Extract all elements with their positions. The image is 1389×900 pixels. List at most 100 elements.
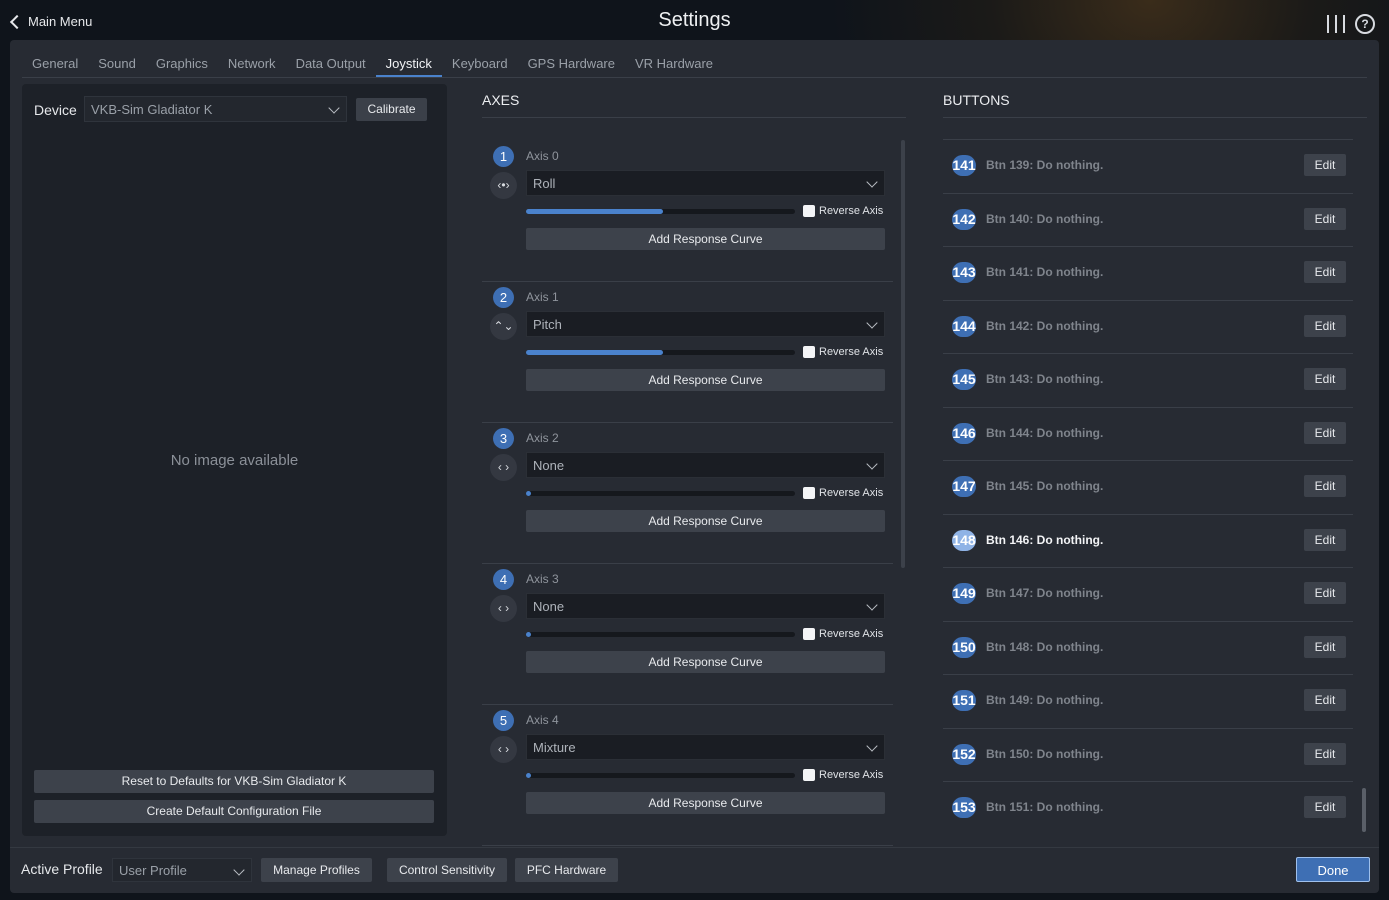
checkbox-icon bbox=[803, 205, 815, 217]
button-assignment-label: Btn 150: Do nothing. bbox=[986, 746, 1104, 761]
button-row: 145 Btn 143: Do nothing. Edit bbox=[943, 353, 1353, 407]
axis-level-bar bbox=[526, 350, 795, 355]
tab-keyboard[interactable]: Keyboard bbox=[442, 52, 518, 78]
add-response-curve-button[interactable]: Add Response Curve bbox=[526, 651, 885, 673]
chevron-down-icon bbox=[328, 102, 340, 114]
button-assignment-label: Btn 143: Do nothing. bbox=[986, 372, 1104, 386]
reset-defaults-button[interactable]: Reset to Defaults for VKB-Sim Gladiator … bbox=[34, 770, 434, 793]
reverse-axis-checkbox[interactable]: Reverse Axis bbox=[803, 346, 883, 358]
profile-select-value: User Profile bbox=[119, 863, 187, 878]
button-number-badge: 141 bbox=[952, 155, 976, 176]
button-number-badge: 151 bbox=[952, 690, 976, 711]
edit-button[interactable]: Edit bbox=[1304, 635, 1346, 658]
reverse-axis-checkbox[interactable]: Reverse Axis bbox=[803, 205, 883, 217]
tab-general[interactable]: General bbox=[22, 52, 88, 78]
button-assignment-label: Btn 151: Do nothing. bbox=[986, 800, 1104, 814]
chevron-down-icon bbox=[233, 864, 245, 876]
button-assignment-label: Btn 141: Do nothing. bbox=[986, 265, 1104, 279]
axis-row: 5 Axis 4 ‹ › Mixture Reverse Axis Add Respons… bbox=[482, 705, 893, 846]
buttons-heading: BUTTONS bbox=[943, 92, 1010, 108]
button-number-badge: 146 bbox=[952, 422, 976, 444]
button-row: 141 Btn 139: Do nothing. Edit bbox=[943, 139, 1353, 193]
reverse-axis-label: Reverse Axis bbox=[819, 628, 884, 640]
help-icon[interactable]: ? bbox=[1355, 14, 1375, 34]
chevron-down-icon bbox=[866, 599, 878, 611]
button-number-badge: 143 bbox=[952, 262, 976, 283]
add-response-curve-button[interactable]: Add Response Curve bbox=[526, 369, 885, 391]
done-button[interactable]: Done bbox=[1296, 857, 1370, 882]
tab-joystick[interactable]: Joystick bbox=[375, 52, 442, 78]
edit-button[interactable]: Edit bbox=[1304, 582, 1346, 604]
button-row: 150 Btn 148: Do nothing. Edit bbox=[943, 620, 1353, 675]
add-response-curve-button[interactable]: Add Response Curve bbox=[526, 510, 885, 532]
button-row: 149 Btn 147: Do nothing. Edit bbox=[943, 567, 1353, 621]
edit-button[interactable]: Edit bbox=[1304, 528, 1346, 551]
chevron-down-icon bbox=[866, 176, 878, 188]
axis-function-select[interactable]: None bbox=[526, 452, 885, 478]
axis-name: Axis 4 bbox=[526, 713, 559, 727]
button-row: 142 Btn 140: Do nothing. Edit bbox=[943, 192, 1353, 247]
device-pane: Device VKB-Sim Gladiator K Calibrate No … bbox=[22, 84, 447, 836]
add-response-curve-button[interactable]: Add Response Curve bbox=[526, 228, 885, 250]
axis-row: 4 Axis 3 ‹ › None Reverse Axis Add Response C… bbox=[482, 564, 893, 705]
checkbox-icon bbox=[803, 487, 815, 499]
chevron-down-icon bbox=[866, 458, 878, 470]
tab-graphics[interactable]: Graphics bbox=[146, 52, 218, 78]
edit-button[interactable]: Edit bbox=[1304, 154, 1346, 176]
reverse-axis-label: Reverse Axis bbox=[819, 346, 884, 358]
reverse-axis-checkbox[interactable]: Reverse Axis bbox=[803, 769, 883, 781]
button-assignment-label: Btn 146: Do nothing. bbox=[986, 532, 1104, 547]
edit-button[interactable]: Edit bbox=[1304, 742, 1346, 765]
axis-direction-icon: ‹•› bbox=[490, 172, 517, 199]
tab-network[interactable]: Network bbox=[218, 52, 286, 78]
edit-button[interactable]: Edit bbox=[1304, 261, 1346, 283]
button-number-badge: 142 bbox=[952, 208, 976, 230]
edit-button[interactable]: Edit bbox=[1304, 475, 1346, 497]
axis-number-badge: 5 bbox=[493, 710, 514, 731]
axis-level-bar bbox=[526, 773, 795, 778]
axis-function-select[interactable]: Pitch bbox=[526, 311, 885, 337]
edit-button[interactable]: Edit bbox=[1304, 421, 1346, 444]
button-row: 147 Btn 145: Do nothing. Edit bbox=[943, 460, 1353, 514]
sliders-icon[interactable] bbox=[1327, 15, 1345, 33]
axes-scrollbar[interactable] bbox=[901, 140, 905, 568]
reverse-axis-checkbox[interactable]: Reverse Axis bbox=[803, 628, 883, 640]
tab-bar: General Sound Graphics Network Data Output Jo… bbox=[22, 52, 723, 78]
edit-button[interactable]: Edit bbox=[1304, 368, 1346, 390]
edit-button[interactable]: Edit bbox=[1304, 314, 1346, 337]
edit-button[interactable]: Edit bbox=[1304, 689, 1346, 711]
axis-function-select[interactable]: Roll bbox=[526, 170, 885, 196]
axis-function-select[interactable]: None bbox=[526, 593, 885, 619]
axis-function-value: Mixture bbox=[533, 740, 576, 755]
tab-sound[interactable]: Sound bbox=[88, 52, 146, 78]
tab-vr-hardware[interactable]: VR Hardware bbox=[625, 52, 723, 78]
axis-function-select[interactable]: Mixture bbox=[526, 734, 885, 760]
axis-level-fill bbox=[526, 773, 532, 778]
buttons-scrollbar[interactable] bbox=[1362, 788, 1366, 832]
device-label: Device bbox=[34, 102, 77, 118]
footer-divider bbox=[10, 847, 1379, 848]
manage-profiles-button[interactable]: Manage Profiles bbox=[261, 858, 372, 882]
axis-direction-icon: ‹ › bbox=[490, 595, 517, 622]
button-row: 143 Btn 141: Do nothing. Edit bbox=[943, 246, 1353, 300]
calibrate-button[interactable]: Calibrate bbox=[356, 98, 427, 121]
axis-number-badge: 1 bbox=[493, 146, 514, 167]
pfc-hardware-button[interactable]: PFC Hardware bbox=[515, 858, 618, 882]
control-sensitivity-button[interactable]: Control Sensitivity bbox=[387, 858, 507, 882]
profile-select[interactable]: User Profile bbox=[112, 858, 252, 882]
reverse-axis-checkbox[interactable]: Reverse Axis bbox=[803, 487, 883, 499]
axis-level-bar bbox=[526, 209, 795, 214]
edit-button[interactable]: Edit bbox=[1304, 796, 1346, 818]
axis-number-badge: 4 bbox=[493, 569, 514, 590]
device-select[interactable]: VKB-Sim Gladiator K bbox=[84, 96, 347, 122]
button-assignment-label: Btn 144: Do nothing. bbox=[986, 425, 1104, 440]
create-config-button[interactable]: Create Default Configuration File bbox=[34, 800, 434, 823]
tab-gps-hardware[interactable]: GPS Hardware bbox=[518, 52, 625, 78]
edit-button[interactable]: Edit bbox=[1304, 207, 1346, 230]
reverse-axis-label: Reverse Axis bbox=[819, 487, 884, 499]
add-response-curve-button[interactable]: Add Response Curve bbox=[526, 792, 885, 814]
tab-data-output[interactable]: Data Output bbox=[286, 52, 376, 78]
reverse-axis-label: Reverse Axis bbox=[819, 205, 884, 217]
axis-function-value: Roll bbox=[533, 176, 556, 191]
axis-level-fill bbox=[526, 632, 532, 637]
